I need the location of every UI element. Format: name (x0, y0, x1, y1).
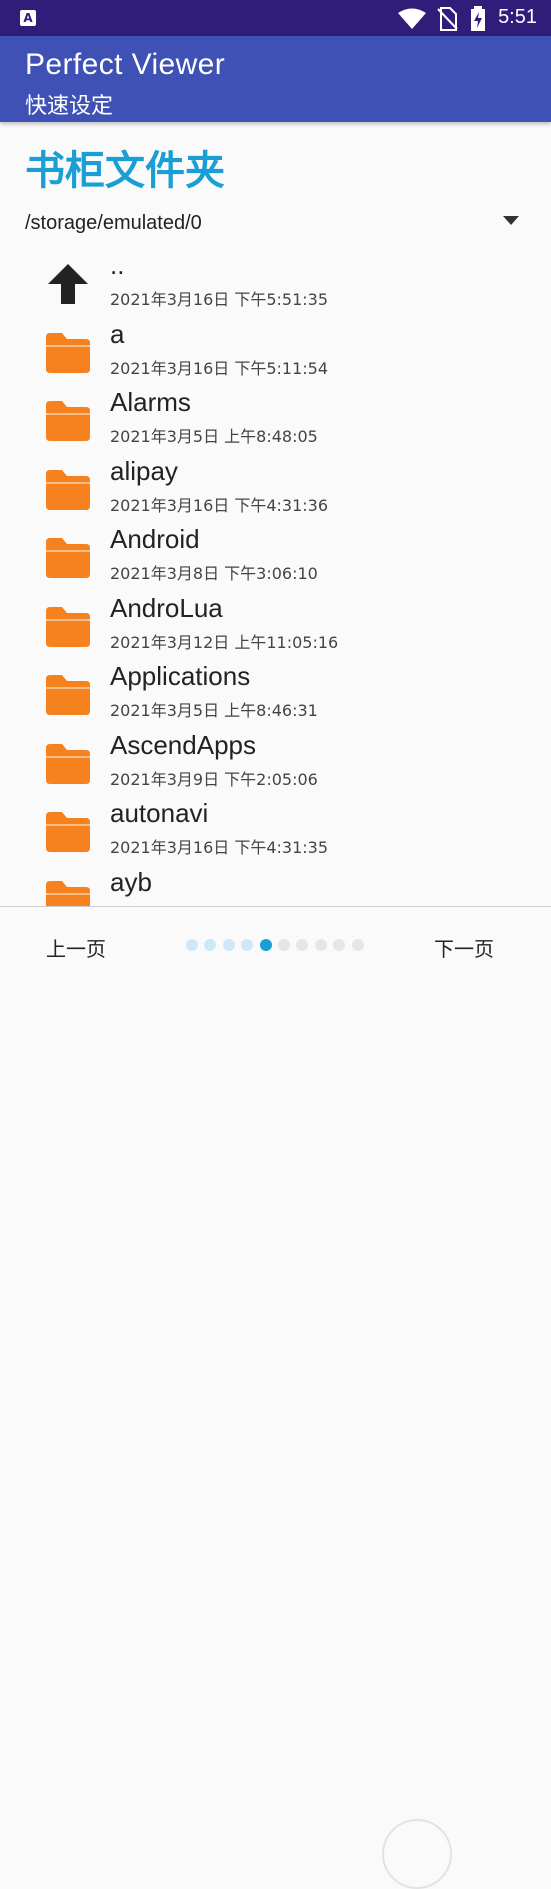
file-modified-date: 2021年3月16日 下午4:31:36 (110, 495, 329, 515)
file-modified-date: 2021年3月16日 下午5:11:54 (110, 358, 329, 378)
file-list-item[interactable]: autonavi 2021年3月16日 下午4:31:35 (0, 798, 551, 866)
folder-icon (44, 605, 92, 647)
folder-icon (44, 399, 92, 441)
file-list-item[interactable]: AndroLua 2021年3月12日 上午11:05:16 (0, 593, 551, 661)
page-dot (351, 939, 364, 951)
pager-bar: 上一页 下一页 (0, 906, 551, 1889)
file-list[interactable]: .. 2021年3月16日 下午5:51:35 a 2021年3月16日 下午5:11… (0, 250, 551, 906)
file-list-item[interactable]: ayb2021年3月10日 下午3:52:11 (0, 866, 551, 906)
current-path: /storage/emulated/0 (25, 212, 202, 234)
status-bar: A 5:51 (0, 0, 551, 36)
file-list-item[interactable]: Applications 2021年3月5日 上午8:46:31 (0, 661, 551, 729)
page-dot-active (259, 939, 272, 951)
file-name: alipay (110, 455, 178, 486)
next-page-button[interactable]: 下一页 (434, 933, 494, 962)
file-modified-date: 2021年3月5日 上午8:46:31 (110, 701, 318, 720)
file-modified-date: 2021年3月16日 下午5:51:35 (110, 290, 329, 309)
folder-icon (44, 331, 92, 373)
file-modified-date: 2021年3月5日 上午8:48:05 (110, 427, 318, 446)
page-dot (278, 939, 290, 951)
path-dropdown[interactable]: /storage/emulated/0 (0, 206, 551, 242)
wifi-icon (398, 8, 426, 29)
page-dot (333, 939, 346, 951)
file-name: Android (110, 524, 200, 554)
app-title: Perfect Viewer (25, 48, 226, 81)
file-list-item[interactable]: AscendApps 2021年3月9日 下午2:05:06 (0, 730, 551, 798)
file-name: AndroLua (110, 592, 223, 623)
folder-icon (44, 810, 92, 852)
folder-icon (44, 536, 92, 578)
folder-icon (44, 879, 92, 906)
page-dot (314, 939, 327, 951)
folder-icon (44, 468, 92, 510)
file-list-item[interactable]: Android 2021年3月8日 下午3:06:10 (0, 524, 551, 592)
folder-icon (44, 742, 92, 784)
page-dot (204, 939, 217, 951)
file-name: a (110, 318, 125, 349)
file-name: ayb (110, 866, 152, 897)
file-modified-date: 2021年3月16日 下午4:31:35 (110, 838, 329, 857)
file-name: AscendApps (110, 729, 256, 760)
folder-icon (44, 673, 92, 715)
page-dot (186, 939, 198, 951)
up-arrow-icon (44, 262, 92, 304)
prev-page-button[interactable]: 上一页 (46, 933, 106, 962)
page-dot (296, 939, 309, 951)
file-modified-date: 2021年3月8日 下午3:06:10 (110, 564, 318, 583)
file-list-item[interactable]: alipay 2021年3月16日 下午4:31:36 (0, 456, 551, 524)
app-notification-icon: A (20, 10, 36, 26)
file-name: Alarms (110, 387, 191, 417)
file-list-item[interactable]: Alarms 2021年3月5日 上午8:48:05 (0, 387, 551, 455)
file-name: .. (110, 250, 125, 280)
page-dot (222, 939, 235, 951)
file-name: Applications (110, 661, 251, 691)
file-list-item[interactable]: a 2021年3月16日 下午5:11:54 (0, 319, 551, 387)
page-dot (241, 939, 254, 951)
file-name: autonavi (110, 798, 209, 828)
section-title: 书柜文件夹 (25, 148, 225, 194)
file-modified-date: 2021年3月9日 下午2:05:06 (110, 769, 318, 789)
clock: 5:51 (498, 6, 537, 28)
watermark-logo (382, 1819, 452, 1889)
file-list-item[interactable]: .. 2021年3月16日 下午5:51:35 (0, 250, 551, 318)
no-sim-icon (437, 7, 458, 31)
file-modified-date: 2021年3月12日 上午11:05:16 (110, 632, 339, 652)
dropdown-arrow-icon[interactable] (503, 216, 519, 225)
app-subtitle: 快速设定 (25, 94, 114, 119)
app-bar: Perfect Viewer 快速设定 (0, 36, 551, 122)
battery-charging-icon (471, 6, 485, 31)
